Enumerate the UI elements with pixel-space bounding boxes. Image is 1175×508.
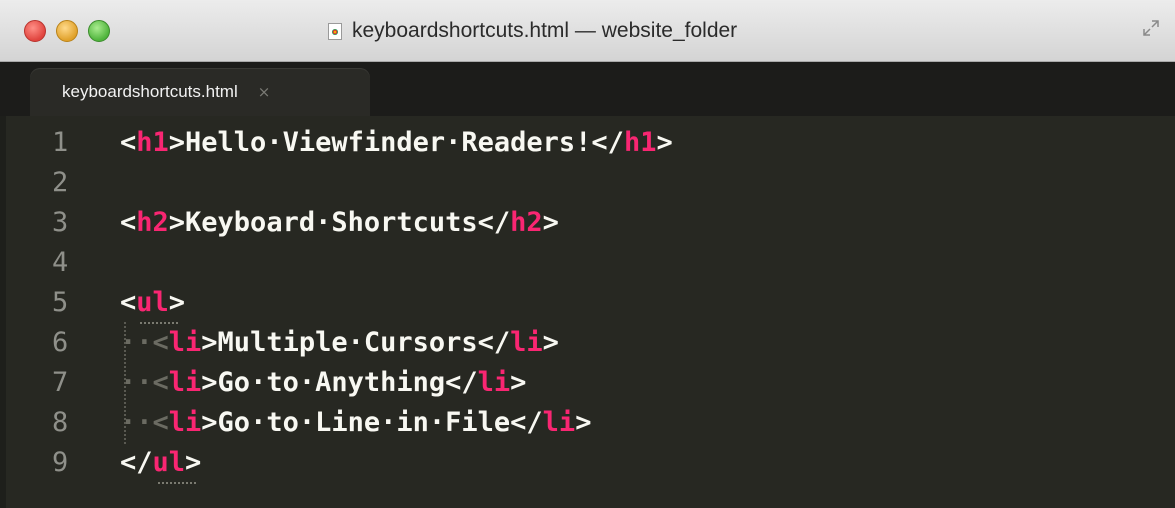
code-text: >Keyboard·Shortcuts</ (168, 207, 511, 238)
code-punct: ··< (120, 327, 169, 358)
matching-tag-underline (158, 480, 196, 484)
tag-name: li (168, 367, 202, 398)
line-code: </ul> (120, 442, 201, 484)
code-line[interactable]: 6 ··<li>Multiple·Cursors</li> (0, 322, 1175, 364)
tag-name: h2 (136, 207, 169, 238)
minimize-window-button[interactable] (56, 20, 78, 42)
code-line[interactable]: 8 ··<li>Go·to·Line·in·File</li> (0, 402, 1175, 444)
code-text: >Go·to·Anything</ (201, 367, 478, 398)
code-punct: ··< (120, 407, 169, 438)
tag-name: li (477, 367, 511, 398)
line-number: 5 (52, 287, 69, 318)
tab-label: keyboardshortcuts.html (62, 82, 238, 101)
code-line[interactable]: 5 <ul> (0, 282, 1175, 324)
code-text: >Go·to·Line·in·File</ (201, 407, 543, 438)
close-window-button[interactable] (24, 20, 46, 42)
line-number: 2 (52, 167, 69, 198)
code-line[interactable]: 3 <h2>Keyboard·Shortcuts</h2> (0, 202, 1175, 244)
code-line[interactable]: 9 </ul> (0, 442, 1175, 484)
line-code: <h2>Keyboard·Shortcuts</h2> (120, 202, 559, 244)
zoom-window-button[interactable] (88, 20, 110, 42)
line-code: ··<li>Go·to·Anything</li> (120, 362, 526, 404)
code-punct: ··< (120, 367, 169, 398)
line-number: 6 (52, 327, 69, 358)
code-punct: > (168, 287, 186, 318)
tab-keyboardshortcuts-html[interactable]: keyboardshortcuts.html × (30, 68, 370, 116)
line-code: <h1>Hello·Viewfinder·Readers!</h1> (120, 122, 673, 164)
code-punct: > (656, 127, 673, 158)
tag-name: h2 (510, 207, 543, 238)
line-code: ··<li>Go·to·Line·in·File</li> (120, 402, 591, 444)
fullscreen-icon[interactable] (1143, 20, 1159, 36)
tag-name: ul (136, 287, 169, 318)
line-code: ··<li>Multiple·Cursors</li> (120, 322, 559, 364)
tag-name: h1 (136, 127, 169, 158)
code-text: >Hello·Viewfinder·Readers!</ (168, 127, 624, 158)
line-number: 4 (52, 247, 69, 278)
code-line[interactable]: 2 (0, 162, 1175, 204)
code-editor[interactable]: 1 <h1>Hello·Viewfinder·Readers!</h1> 2 3… (0, 116, 1175, 508)
title-bar[interactable]: keyboardshortcuts.html — website_folder (0, 0, 1175, 62)
code-line[interactable]: 4 (0, 242, 1175, 284)
line-number: 1 (52, 127, 69, 158)
code-line[interactable]: 1 <h1>Hello·Viewfinder·Readers!</h1> (0, 122, 1175, 164)
tab-close-icon[interactable]: × (258, 83, 271, 101)
code-punct: > (575, 407, 592, 438)
window-title-text: keyboardshortcuts.html — website_folder (352, 19, 738, 42)
code-punct: > (542, 327, 559, 358)
code-punct: < (120, 127, 137, 158)
code-punct: > (542, 207, 559, 238)
window-title: keyboardshortcuts.html — website_folder (328, 18, 737, 44)
line-number: 9 (52, 447, 69, 478)
line-code: <ul> (120, 282, 185, 324)
code-punct: > (185, 447, 202, 478)
html-document-icon (328, 22, 342, 40)
code-punct: < (120, 207, 137, 238)
code-punct: </ (120, 447, 153, 478)
line-number: 7 (52, 367, 69, 398)
line-number: 8 (52, 407, 69, 438)
editor-window: keyboardshortcuts.html — website_folder … (0, 0, 1175, 508)
tab-bar: keyboardshortcuts.html × (0, 62, 1175, 116)
code-punct: < (120, 287, 137, 318)
tag-name: ul (152, 447, 186, 478)
line-number: 3 (52, 207, 69, 238)
tag-name: li (542, 407, 576, 438)
code-punct: > (510, 367, 527, 398)
code-line[interactable]: 7 ··<li>Go·to·Anything</li> (0, 362, 1175, 404)
tag-name: li (168, 327, 202, 358)
tag-name: li (510, 327, 543, 358)
tag-name: h1 (623, 127, 657, 158)
tag-name: li (168, 407, 202, 438)
code-text: >Multiple·Cursors</ (201, 327, 511, 358)
